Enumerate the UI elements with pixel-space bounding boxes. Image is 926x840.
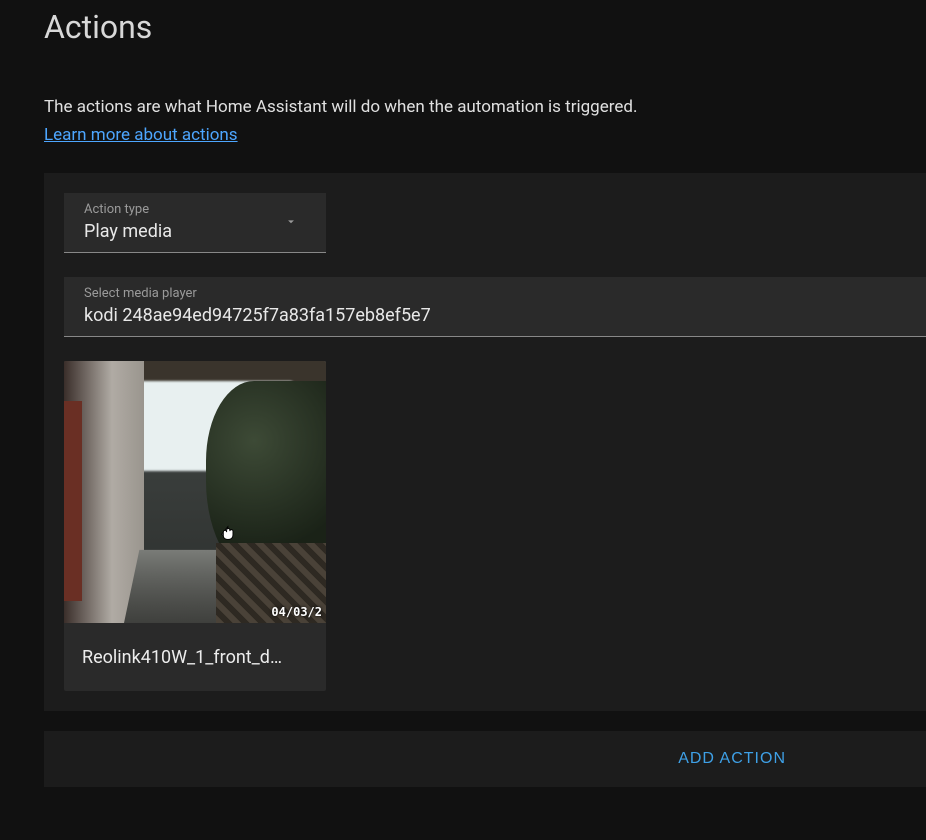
actions-description: The actions are what Home Assistant will…	[0, 46, 926, 121]
thumbnail-timestamp: 04/03/2	[271, 605, 322, 619]
action-type-select[interactable]: Action type Play media	[64, 193, 326, 253]
chevron-down-icon	[284, 213, 298, 232]
media-card[interactable]: 04/03/2 Reolink410W_1_front_d…	[64, 361, 326, 691]
media-player-value: kodi 248ae94ed94725f7a83fa157eb8ef5e7	[84, 305, 910, 326]
media-player-label: Select media player	[84, 286, 910, 301]
cursor-pointer-icon	[216, 521, 238, 549]
page-title: Actions	[0, 0, 926, 46]
action-card: Action type Play media Select media play…	[44, 173, 926, 711]
add-action-bar: ADD ACTION	[44, 731, 926, 787]
media-player-select[interactable]: Select media player kodi 248ae94ed94725f…	[64, 277, 926, 337]
learn-more-link[interactable]: Learn more about actions	[44, 125, 238, 145]
action-type-label: Action type	[84, 202, 310, 217]
learn-more-link-wrap: Learn more about actions	[0, 121, 926, 145]
add-action-button[interactable]: ADD ACTION	[678, 750, 786, 768]
media-thumbnail: 04/03/2	[64, 361, 326, 623]
action-type-value: Play media	[84, 221, 310, 242]
media-name: Reolink410W_1_front_d…	[64, 623, 326, 691]
